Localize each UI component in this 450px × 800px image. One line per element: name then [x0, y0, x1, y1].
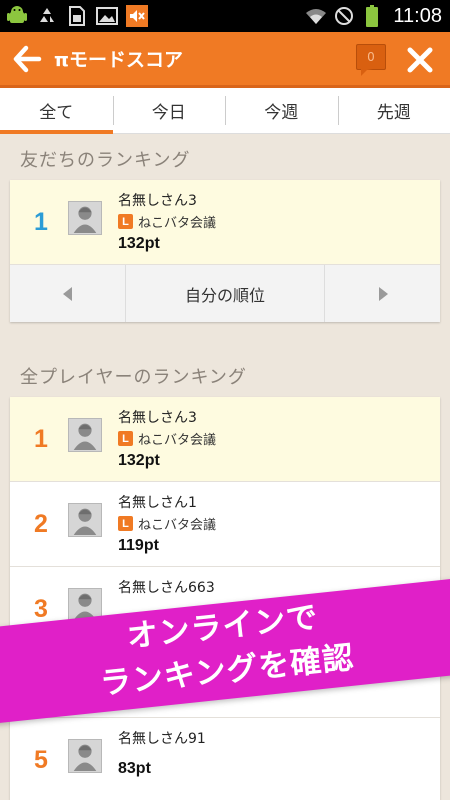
- friends-ranking-card: 1 名無しさん3 L ねこバタ会議 132pt 自分の順位: [10, 180, 440, 322]
- clock: 11:08: [393, 4, 442, 27]
- rank-number: 2: [34, 510, 48, 538]
- back-button[interactable]: [0, 31, 54, 87]
- notification-badge[interactable]: 0: [356, 44, 386, 76]
- avatar: [68, 201, 102, 235]
- previous-page-button[interactable]: [10, 265, 125, 322]
- rank-number: 1: [34, 425, 48, 453]
- period-tabs: 全て 今日 今週 先週: [0, 88, 450, 134]
- player-name: 名無しさん3: [118, 410, 197, 426]
- sim-card-icon: [66, 5, 88, 27]
- wifi-icon: [305, 5, 327, 27]
- club-name: ねこバタ会議: [138, 433, 217, 448]
- rank-number: 5: [34, 746, 48, 774]
- avatar: [68, 739, 102, 773]
- chevron-left-icon: [62, 286, 72, 301]
- club: L ねこバタ会議: [118, 429, 216, 448]
- avatar: [68, 418, 102, 452]
- my-rank-button[interactable]: 自分の順位: [125, 265, 325, 322]
- line-badge-icon: L: [118, 516, 133, 531]
- player-name: 名無しさん3: [118, 193, 197, 209]
- ranking-row[interactable]: 1 名無しさん3 L ねこバタ会議 132pt: [10, 397, 440, 482]
- page-title: πモードスコア: [54, 49, 184, 71]
- points: 132pt: [118, 452, 160, 469]
- player-name: 名無しさん1: [118, 495, 197, 511]
- close-icon: [407, 47, 433, 73]
- recycle-icon: [36, 5, 58, 27]
- tab-today[interactable]: 今日: [112, 88, 226, 133]
- line-badge-icon: L: [118, 214, 133, 229]
- points: 132pt: [118, 235, 160, 252]
- android-icon: [6, 5, 28, 27]
- close-button[interactable]: [390, 32, 450, 88]
- next-page-button[interactable]: [325, 265, 440, 322]
- tab-all[interactable]: 全て: [0, 88, 113, 134]
- all-players-section-title: 全プレイヤーのランキング: [20, 367, 247, 388]
- back-arrow-icon: [13, 45, 42, 72]
- points: 119pt: [118, 537, 159, 554]
- status-bar: 11:08: [0, 0, 450, 32]
- no-signal-icon: [333, 5, 355, 27]
- player-name: 名無しさん663: [118, 580, 215, 596]
- battery-icon: [361, 5, 383, 27]
- avatar: [68, 503, 102, 537]
- club: L ねこバタ会議: [118, 212, 216, 231]
- ranking-row[interactable]: 1 名無しさん3 L ねこバタ会議 132pt: [10, 180, 440, 265]
- club-name: ねこバタ会議: [138, 518, 217, 533]
- rank-number: 1: [34, 208, 48, 236]
- club: L ねこバタ会議: [118, 514, 216, 533]
- player-name: 名無しさん91: [118, 731, 206, 747]
- chevron-right-icon: [378, 286, 388, 301]
- friends-section-title: 友だちのランキング: [20, 150, 191, 171]
- line-badge-icon: L: [118, 431, 133, 446]
- ranking-row[interactable]: 2 名無しさん1 L ねこバタ会議 119pt: [10, 482, 440, 567]
- ranking-row[interactable]: 5 名無しさん91 83pt: [10, 718, 440, 800]
- points: 83pt: [118, 760, 151, 777]
- image-icon: [96, 5, 118, 27]
- rank-pager: 自分の順位: [10, 265, 440, 322]
- tab-this-week[interactable]: 今週: [225, 88, 338, 133]
- app-header: πモードスコア 0: [0, 32, 450, 88]
- tab-last-week[interactable]: 先週: [337, 88, 450, 133]
- club-name: ねこバタ会議: [138, 216, 217, 231]
- mute-icon: [126, 5, 148, 27]
